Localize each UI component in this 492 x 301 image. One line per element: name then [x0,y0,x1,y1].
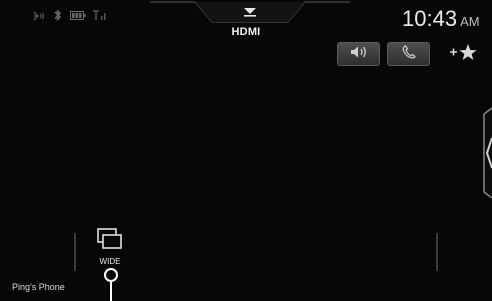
add-favorite-star-icon [448,42,478,67]
status-icons [32,10,108,21]
side-panel-handle[interactable] [478,107,492,199]
bottom-divider-right [436,233,438,271]
volume-button[interactable] [337,42,380,66]
clock-time: 10:43 [402,6,458,31]
bottom-divider-left [74,233,76,271]
screen-mode-icon [97,228,123,255]
phone-icon [400,44,418,65]
phone-button[interactable] [387,42,430,66]
wide-mode-label: WIDE [99,257,121,266]
bluetooth-icon [52,10,64,21]
connected-phone-name: Ping's Phone [12,282,65,292]
hdmi-source-screen: HDMI 10:43 AM WIDE Ping's Phone [0,0,492,301]
clock-ampm: AM [460,14,480,29]
add-favorite-button[interactable] [443,40,483,68]
bluetooth-audio-icon [32,11,46,21]
battery-icon [70,11,86,20]
signal-icon [92,10,108,21]
speaker-volume-icon [349,45,369,64]
callout-pointer [102,266,120,301]
clock: 10:43 AM [402,6,480,32]
